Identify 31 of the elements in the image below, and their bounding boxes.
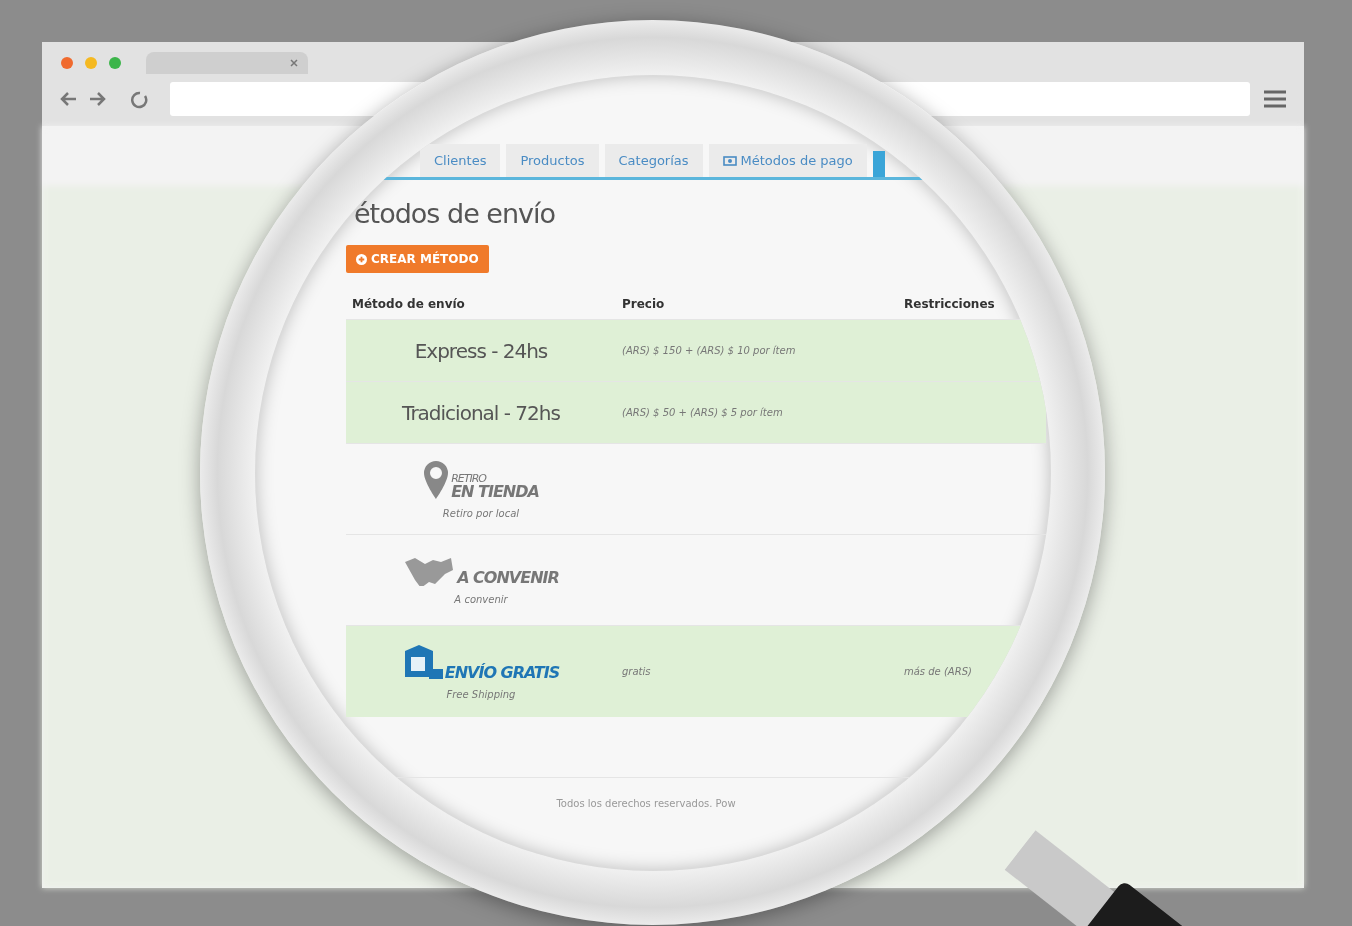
box-icon [402,642,443,681]
logo-text: EN TIENDA [451,483,539,500]
plus-circle-icon [356,253,367,265]
price-text: (ARS) $ 150 + (ARS) $ 10 por ítem [622,345,796,356]
window-controls-icon [60,56,122,70]
logo-text: RETIRO [451,472,488,484]
price-text: gratis [622,665,651,677]
nav-tab[interactable]: Categorías [604,144,703,177]
method-name: Express - 24hs [414,338,548,363]
method-caption: Free Shipping [445,688,517,700]
column-header: Método de envío [346,287,616,320]
nav-tab[interactable] [872,151,885,177]
close-icon[interactable] [290,59,298,67]
money-icon [722,155,737,166]
menu-icon[interactable] [1264,89,1286,109]
map-pin-icon [423,459,450,500]
column-header: Restricciones [898,287,1046,320]
restriction-text: más de (ARS) [904,665,972,677]
nav-tab[interactable]: Métodos de pago [708,144,867,177]
nav-tab[interactable]: Clientes [420,144,501,177]
logo-text: ENVÍO GRATIS [444,664,560,681]
column-header: Precio [616,287,898,320]
footer-text: Todos los derechos reservados. Pow [556,797,736,809]
logo-text: A CONVENIR [457,569,559,586]
method-name: Tradicional - 72hs [402,400,560,425]
method-caption: A convenir [453,593,509,605]
nav-tab[interactable]: Productos [506,144,599,177]
price-text: (ARS) $ 50 + (ARS) $ 5 por ítem [622,407,783,418]
page-title: étodos de envío [354,198,557,229]
method-caption: Retiro por local [441,507,521,519]
create-method-button[interactable]: CREAR MÉTODO [346,245,489,273]
